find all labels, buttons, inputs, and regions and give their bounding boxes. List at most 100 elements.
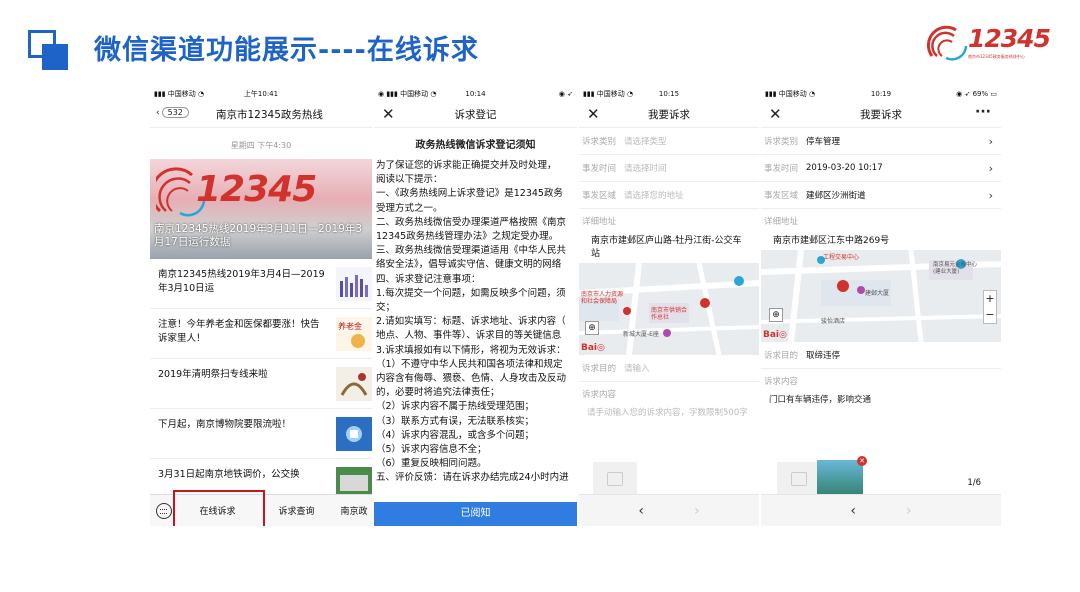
area-select[interactable]: 建邺区沙洲街道 [806,189,866,201]
news-title: 注意！今年养老金和医保都要涨！快告诉家里人！ [158,319,320,344]
location-map[interactable]: 工程交易中心 南京易元金融中心(建业大厦) 建邺大厦 骏怡酒店 ⊕ + − Bai… [761,250,1001,342]
notice-line: 三、政务热线微信受理渠道适用《中华人民共 [376,245,567,257]
news-title: 南京12345热线2019年3月4日—2019年3月10日运 [158,269,325,294]
purpose-row[interactable]: 诉求目的 取缔违停 [761,342,1001,369]
notice-line: 四、诉求登记注意事项： [376,273,481,285]
chevron-right-icon: › [988,188,993,202]
category-row[interactable]: 诉求类别 请选择类型 [579,128,759,155]
remove-photo-icon[interactable]: ✕ [857,456,867,466]
back-button[interactable]: ‹ 532 [156,107,189,118]
menu-nanjing-gov[interactable]: 南京政 [336,504,372,517]
article-banner[interactable]: 12345 南京12345热线2019年3月11日—2019年3月17日运行数据 [150,159,372,259]
logo-arcs-icon [927,25,968,61]
content-textarea[interactable]: 请手动输入您的诉求内容，字数限制500字 [579,402,759,422]
banner-caption: 南京12345热线2019年3月11日—2019年3月17日运行数据 [154,223,363,248]
status-icons: ◉ ➶ [558,90,573,98]
news-title: 3月31日起南京地铁调价，公交换 [158,469,300,480]
category-select[interactable]: 请选择类型 [624,135,667,147]
notice-line: （1）不遵守中华人民共和国各项法律和规定 [376,358,563,370]
field-label: 诉求目的 [764,351,799,361]
purpose-input[interactable]: 请输入 [624,362,650,374]
add-photo-button[interactable] [777,462,821,498]
browser-nav-bar: ‹ › [761,494,1001,526]
notice-line: 地点、人物、事件等）、诉求目的等关键信息 [376,330,562,342]
form-header: ✕ 我要诉求 [579,102,759,128]
address-value[interactable]: 南京市建邺区庐山路-牡丹江街-公交车站 [579,229,759,263]
camera-icon [607,472,623,486]
banner-number: 12345 [196,169,317,210]
title-decoration-fill [42,44,68,70]
notice-line: 阅读以下提示： [376,174,443,186]
news-item[interactable]: 下月起，南京博物院要限流啦！ [150,409,372,459]
zoom-control[interactable]: + − [983,290,997,324]
address-value[interactable]: 南京市建邺区江东中路269号 [761,229,1001,250]
chevron-left-icon: ‹ [156,107,160,118]
time-row[interactable]: 事发时间 2019-03-20 10:17 › [761,155,1001,182]
field-label: 诉求目的 [582,364,617,374]
add-photo-button[interactable] [593,462,637,498]
area-select[interactable]: 请选择您的地址 [624,189,684,201]
time-select[interactable]: 2019-03-20 10:17 [806,163,883,173]
category-row[interactable]: 诉求类别 停车管理 › [761,128,1001,155]
account-menu-bar: 在线诉求 诉求查询 南京政 [150,490,372,526]
address-label: 详细地址 [764,217,799,227]
address-label: 详细地址 [582,217,617,227]
message-date: 星期四 下午4:30 [230,141,292,150]
baidu-map-logo-icon: Bai◎ [581,343,605,353]
content-label: 诉求内容 [764,377,799,387]
back-arrow-icon[interactable]: ‹ [638,503,644,519]
qingming-thumbnail-icon [336,367,372,401]
time-select[interactable]: 请选择时间 [624,162,667,174]
notice-line: （4）诉求内容混乱，或含多个问题； [376,429,535,441]
notice-line: 二、政务热线微信受办理渠道严格按照《南京 [376,216,567,228]
keyboard-icon[interactable] [156,502,172,519]
phone-appeal-form-filled: ▮▮▮ 中国移动 ◔ 10:19 ◉ ➶ 69% ▭ ✕ 我要诉求 ··· 诉求… [761,86,1001,526]
map-label: 新城大厦-E座 [623,331,659,338]
chat-title: 南京市12345政务热线 [216,109,323,121]
unread-count-badge: 532 [161,107,189,118]
map-label: 工程交易中心 [823,254,860,261]
field-label: 事发时间 [582,164,617,174]
map-label: 建邺大厦 [865,290,890,297]
menu-appeal-query[interactable]: 诉求查询 [257,504,336,517]
notice-line: 的，必要时将追究法律责任； [376,387,500,399]
category-select[interactable]: 停车管理 [806,135,840,147]
purpose-input[interactable]: 取缔违停 [806,349,840,361]
notice-header: ✕ 诉求登记 [374,102,577,128]
notice-line: 2.请如实填写：标题、诉求地址、诉求内容（ [376,316,566,328]
chart-thumbnail-icon [336,267,372,301]
photo-count: 1/6 [967,478,981,488]
area-row[interactable]: 事发区域 请选择您的地址 [579,182,759,209]
location-map[interactable]: 南京市人力资源和社会保障局 南京市供销合作总社 新城大厦-E座 ⊕ Bai◎ [579,263,759,355]
purpose-row[interactable]: 诉求目的 请输入 [579,355,759,382]
uploaded-photo[interactable]: ✕ [817,456,867,498]
chat-header: ‹ 532 南京市12345政务热线 [150,102,372,128]
time-row[interactable]: 事发时间 请选择时间 [579,155,759,182]
status-bar: ▮▮▮ 中国移动 ◔ 上午10:41 [150,86,372,102]
field-label: 事发区域 [582,191,617,201]
locate-icon[interactable]: ⊕ [769,308,783,322]
news-item[interactable]: 2019年清明祭扫专线来啦 [150,359,372,409]
notice-line: 五、评价反馈：请在诉求办结完成24小时内进 [376,472,569,484]
status-time: 上午10:41 [243,90,279,98]
pension-thumbnail-icon: 养老金 [336,317,372,351]
notice-page-title: 诉求登记 [454,109,497,121]
more-icon[interactable]: ··· [975,104,991,120]
notice-line: （6）重复反映相同问题。 [376,458,487,470]
forward-arrow-icon[interactable]: › [906,503,912,519]
notice-line: 一、《政务热线网上诉求登记》是12345政务 [376,188,563,200]
back-arrow-icon[interactable]: ‹ [850,503,856,519]
forward-arrow-icon[interactable]: › [694,503,700,519]
notice-line: （5）诉求内容信息不全； [376,444,487,456]
news-item[interactable]: 南京12345热线2019年3月4日—2019年3月10日运 [150,259,372,309]
chevron-right-icon: › [988,161,993,175]
news-item[interactable]: 注意！今年养老金和医保都要涨！快告诉家里人！ 养老金 [150,309,372,359]
map-label: 南京市人力资源和社会保障局 [581,291,624,305]
status-icons: ◉ ➶ 69% ▭ [956,90,997,98]
map-label: 南京易元金融中心(建业大厦) [933,262,978,275]
read-confirm-button[interactable]: 已阅知 [374,502,577,526]
area-row[interactable]: 事发区域 建邺区沙洲街道 › [761,182,1001,209]
news-title: 下月起，南京博物院要限流啦！ [158,419,292,430]
locate-icon[interactable]: ⊕ [585,321,599,335]
content-textarea[interactable]: 门口有车辆违停，影响交通 [761,389,1001,409]
